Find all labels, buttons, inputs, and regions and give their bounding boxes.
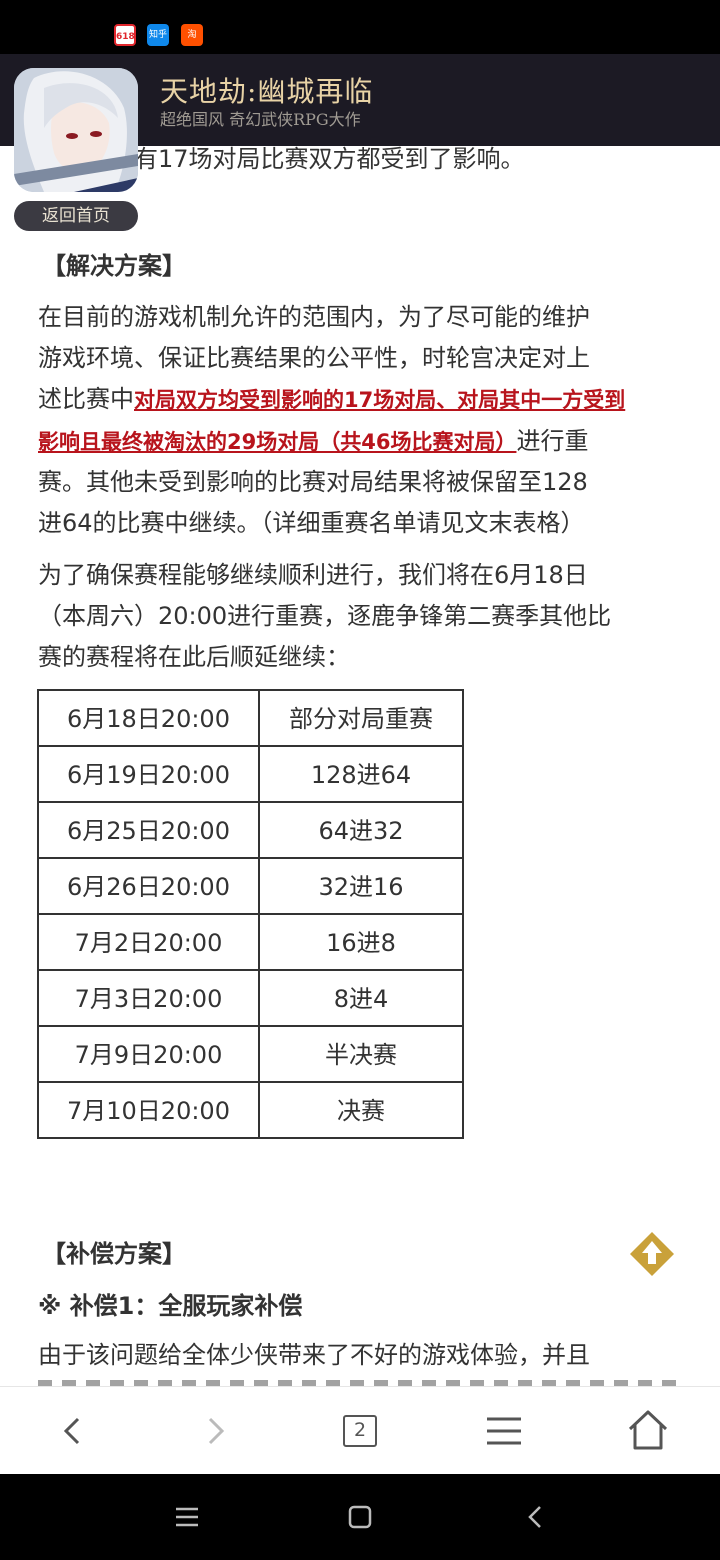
recent-apps-button[interactable] (172, 1502, 202, 1532)
schedule-time-cell: 6月18日20:00 (37, 689, 260, 747)
schedule-time-cell: 6月19日20:00 (37, 745, 260, 803)
home-icon (628, 1410, 668, 1450)
article-text-span: 进行重 (516, 427, 589, 455)
cut-off-text-line (38, 1376, 682, 1386)
618-app-icon: 618 (114, 24, 136, 46)
forward-arrow-button[interactable] (190, 1405, 242, 1457)
compensation-heading: 【补偿方案】 (42, 1240, 186, 1268)
article-text-line: （本周六）20:00进行重赛，逐鹿争锋第二赛季其他比 (38, 602, 612, 630)
solution-heading: 【解决方案】 (42, 252, 186, 280)
article-text-line: 赛。其他未受到影响的比赛对局结果将被保留至128 (38, 468, 588, 496)
game-logo-icon[interactable] (14, 68, 138, 192)
schedule-row: 7月3日20:00 8进4 (37, 969, 464, 1027)
article-text-line: 进64的比赛中继续。（详细重赛名单请见文末表格） (38, 509, 585, 537)
schedule-stage-cell: 部分对局重赛 (258, 689, 464, 747)
article-text-line: 为了确保赛程能够继续顺利进行，我们将在6月18日 (38, 561, 588, 589)
character-portrait-icon (14, 68, 138, 192)
schedule-stage-cell: 64进32 (258, 801, 464, 859)
back-arrow-button[interactable] (46, 1405, 98, 1457)
schedule-row: 7月9日20:00 半决赛 (37, 1025, 464, 1083)
article-text-line: 赛的赛程将在此后顺延继续： (38, 643, 350, 671)
square-icon (348, 1505, 372, 1529)
status-bar: 618 知乎 淘 (0, 0, 720, 54)
article-text-line: 述比赛中对局双方均受到影响的17场对局、对局其中一方受到 (38, 378, 625, 421)
schedule-row: 6月25日20:00 64进32 (37, 801, 464, 859)
compensation-1-heading: ※ 补偿1：全服玩家补偿 (38, 1292, 303, 1320)
hamburger-icon (487, 1417, 521, 1445)
zhihu-app-icon: 知乎 (147, 24, 169, 46)
schedule-time-cell: 7月9日20:00 (37, 1025, 260, 1083)
chevron-right-icon (208, 1417, 225, 1445)
schedule-time-cell: 6月25日20:00 (37, 801, 260, 859)
schedule-time-cell: 7月2日20:00 (37, 913, 260, 971)
schedule-row: 7月10日20:00 决赛 (37, 1081, 464, 1139)
article-text-line: 在目前的游戏机制允许的范围内，为了尽可能的维护 (38, 303, 590, 331)
schedule-stage-cell: 半决赛 (258, 1025, 464, 1083)
system-home-button[interactable] (345, 1502, 375, 1532)
schedule-row: 6月26日20:00 32进16 (37, 857, 464, 915)
schedule-row: 6月19日20:00 128进64 (37, 745, 464, 803)
menu-button[interactable] (478, 1405, 530, 1457)
schedule-row: 7月2日20:00 16进8 (37, 913, 464, 971)
recent-apps-icon (176, 1507, 198, 1527)
highlighted-text: 影响且最终被淘汰的29场对局（共46场比赛对局） (38, 430, 517, 454)
tabs-button[interactable]: 2 (334, 1405, 386, 1457)
browser-toolbar: 2 (0, 1386, 720, 1474)
schedule-stage-cell: 128进64 (258, 745, 464, 803)
schedule-time-cell: 7月3日20:00 (37, 969, 260, 1027)
back-chevron-icon (528, 1506, 541, 1528)
banner-subtitle: 超绝国风 奇幻武侠RPG大作 (160, 110, 361, 129)
article-text-line: 由于该问题给全体少侠带来了不好的游戏体验，并且 (38, 1341, 590, 1369)
schedule-stage-cell: 16进8 (258, 913, 464, 971)
system-back-button[interactable] (520, 1502, 550, 1532)
schedule-stage-cell: 8进4 (258, 969, 464, 1027)
schedule-stage-cell: 32进16 (258, 857, 464, 915)
back-to-home-button[interactable]: 返回首页 (14, 201, 138, 231)
schedule-time-cell: 6月26日20:00 (37, 857, 260, 915)
taobao-app-icon: 淘 (181, 24, 203, 46)
schedule-row: 6月18日20:00 部分对局重赛 (37, 689, 464, 747)
schedule-time-cell: 7月10日20:00 (37, 1081, 260, 1139)
home-button[interactable] (622, 1405, 674, 1457)
schedule-table: 6月18日20:00 部分对局重赛 6月19日20:00 128进64 6月25日20:… (37, 689, 464, 1139)
article-text-span: 述比赛中 (38, 385, 134, 413)
chevron-left-icon (63, 1417, 80, 1445)
schedule-stage-cell: 决赛 (258, 1081, 464, 1139)
tab-count: 2 (343, 1415, 377, 1447)
article-text-line: 影响且最终被淘汰的29场对局（共46场比赛对局）进行重 (38, 420, 588, 463)
highlighted-text: 对局双方均受到影响的17场对局、对局其中一方受到 (134, 388, 626, 412)
article-text-line: 游戏环境、保证比赛结果的公平性，时轮宫决定对上 (38, 344, 590, 372)
system-navigation-bar (0, 1474, 720, 1560)
banner-title: 天地劫:幽城再临 (160, 75, 374, 108)
scroll-to-top-button[interactable] (628, 1230, 676, 1278)
